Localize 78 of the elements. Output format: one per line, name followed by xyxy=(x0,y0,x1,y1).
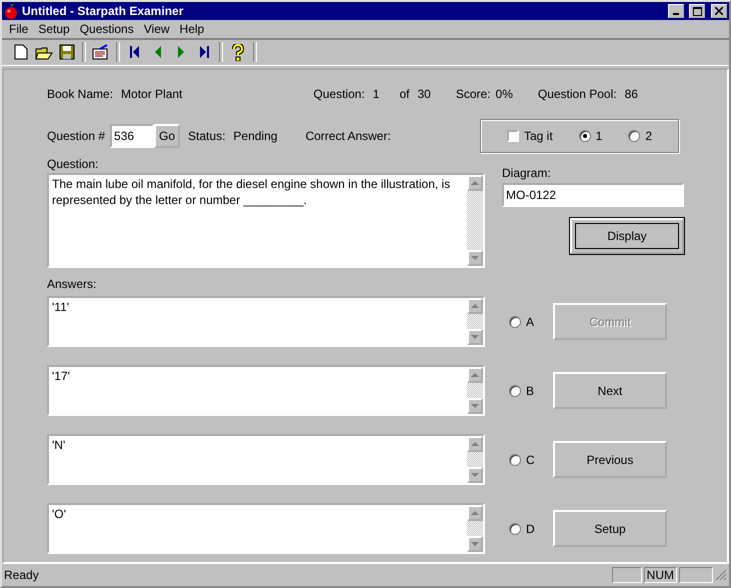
down-arrow-icon[interactable] xyxy=(471,256,479,260)
menu-item[interactable]: File xyxy=(4,22,34,36)
answer-text-box[interactable]: 'N' xyxy=(47,434,485,485)
answer-text-box[interactable]: '17' xyxy=(47,365,485,416)
action-button[interactable]: Setup xyxy=(553,510,667,547)
diagram-field[interactable]: MO-0122 xyxy=(502,183,684,207)
score: 0% xyxy=(496,87,513,101)
status-value: Pending xyxy=(233,129,278,143)
scrollbar[interactable] xyxy=(467,175,483,266)
scrollbar[interactable] xyxy=(467,505,483,552)
up-arrow-icon[interactable] xyxy=(471,442,479,446)
answer-text: '17' xyxy=(51,368,71,385)
down-arrow-icon[interactable] xyxy=(471,404,479,408)
option-label: 2 xyxy=(645,129,652,143)
menu-item[interactable]: View xyxy=(138,22,175,36)
close-button[interactable] xyxy=(711,4,727,18)
of-label: of xyxy=(399,87,410,101)
book-name: Motor Plant xyxy=(121,87,182,101)
action-button[interactable]: Previous xyxy=(553,441,667,478)
question-number: 1 xyxy=(372,87,380,101)
diagram-label: Diagram: xyxy=(502,165,551,180)
scrollbar[interactable] xyxy=(467,298,483,345)
menu-item[interactable]: Setup xyxy=(33,22,75,36)
up-arrow-icon[interactable] xyxy=(471,510,479,516)
question-pool-label: Question Pool: xyxy=(538,87,617,101)
answer-letter: A xyxy=(526,314,534,328)
up-arrow-icon[interactable] xyxy=(471,304,479,308)
question-heading: Question: xyxy=(47,156,98,171)
question-total: 30 xyxy=(417,87,431,101)
radio-button[interactable] xyxy=(509,454,521,466)
radio-button[interactable] xyxy=(578,130,591,142)
scrollbar[interactable] xyxy=(467,436,483,483)
menu-item[interactable]: Help xyxy=(174,22,210,36)
question-number-field[interactable]: 536 xyxy=(110,124,154,148)
num-lock-indicator: NUM xyxy=(644,567,677,583)
apple-icon xyxy=(4,4,18,18)
correct-answer-label: Correct Answer: xyxy=(305,129,391,143)
tag-checkbox[interactable] xyxy=(507,130,519,142)
radio-button[interactable] xyxy=(509,522,521,534)
answer-letter: D xyxy=(526,522,535,536)
answer-text-box[interactable]: 'O' xyxy=(47,503,485,554)
question-label: Question: xyxy=(313,87,365,101)
minimize-button[interactable] xyxy=(668,4,684,18)
answers-heading: Answers: xyxy=(47,276,96,291)
maximize-button[interactable] xyxy=(689,4,705,18)
action-button[interactable]: Next xyxy=(553,372,667,409)
tag-label: Tag it xyxy=(524,129,553,143)
down-arrow-icon[interactable] xyxy=(471,334,479,340)
status-text: Ready xyxy=(4,568,40,582)
scrollbar[interactable] xyxy=(467,367,483,414)
up-arrow-icon[interactable] xyxy=(471,180,479,186)
question-text: The main lube oil manifold, for the diesel engine shown in the illustration, is represented by the letter or number _________. xyxy=(51,176,452,209)
close-icon xyxy=(715,7,723,15)
score-label: Score: xyxy=(456,87,491,101)
answer-letter: C xyxy=(526,452,535,466)
display-button[interactable]: Display xyxy=(570,218,684,254)
option-label: 1 xyxy=(596,129,602,143)
answer-letter: B xyxy=(526,384,534,398)
up-arrow-icon[interactable] xyxy=(471,372,479,378)
question-number-label: Question # xyxy=(47,129,106,143)
resize-grip-icon[interactable] xyxy=(715,569,727,581)
status-pane xyxy=(679,567,713,583)
down-arrow-icon[interactable] xyxy=(471,542,479,546)
radio-button[interactable] xyxy=(509,384,521,396)
menu-item[interactable]: Questions xyxy=(74,22,139,36)
maximize-icon xyxy=(692,6,702,16)
book-name-label: Book Name: xyxy=(47,87,114,101)
question-pool: 86 xyxy=(624,87,638,101)
window-title: Untitled - Starpath Examiner xyxy=(22,4,184,18)
question-text-box[interactable]: The main lube oil manifold, for the diesel engine shown in the illustration, is represented by the letter or number _________. xyxy=(47,173,485,268)
go-button[interactable]: Go xyxy=(154,124,180,148)
down-arrow-icon[interactable] xyxy=(471,472,479,478)
status-pane xyxy=(612,567,642,583)
status-label: Status: xyxy=(188,129,226,143)
answer-text: '11' xyxy=(51,299,70,316)
answer-text: 'N' xyxy=(51,437,66,454)
answer-text: 'O' xyxy=(51,506,67,523)
radio-button[interactable] xyxy=(628,130,640,142)
